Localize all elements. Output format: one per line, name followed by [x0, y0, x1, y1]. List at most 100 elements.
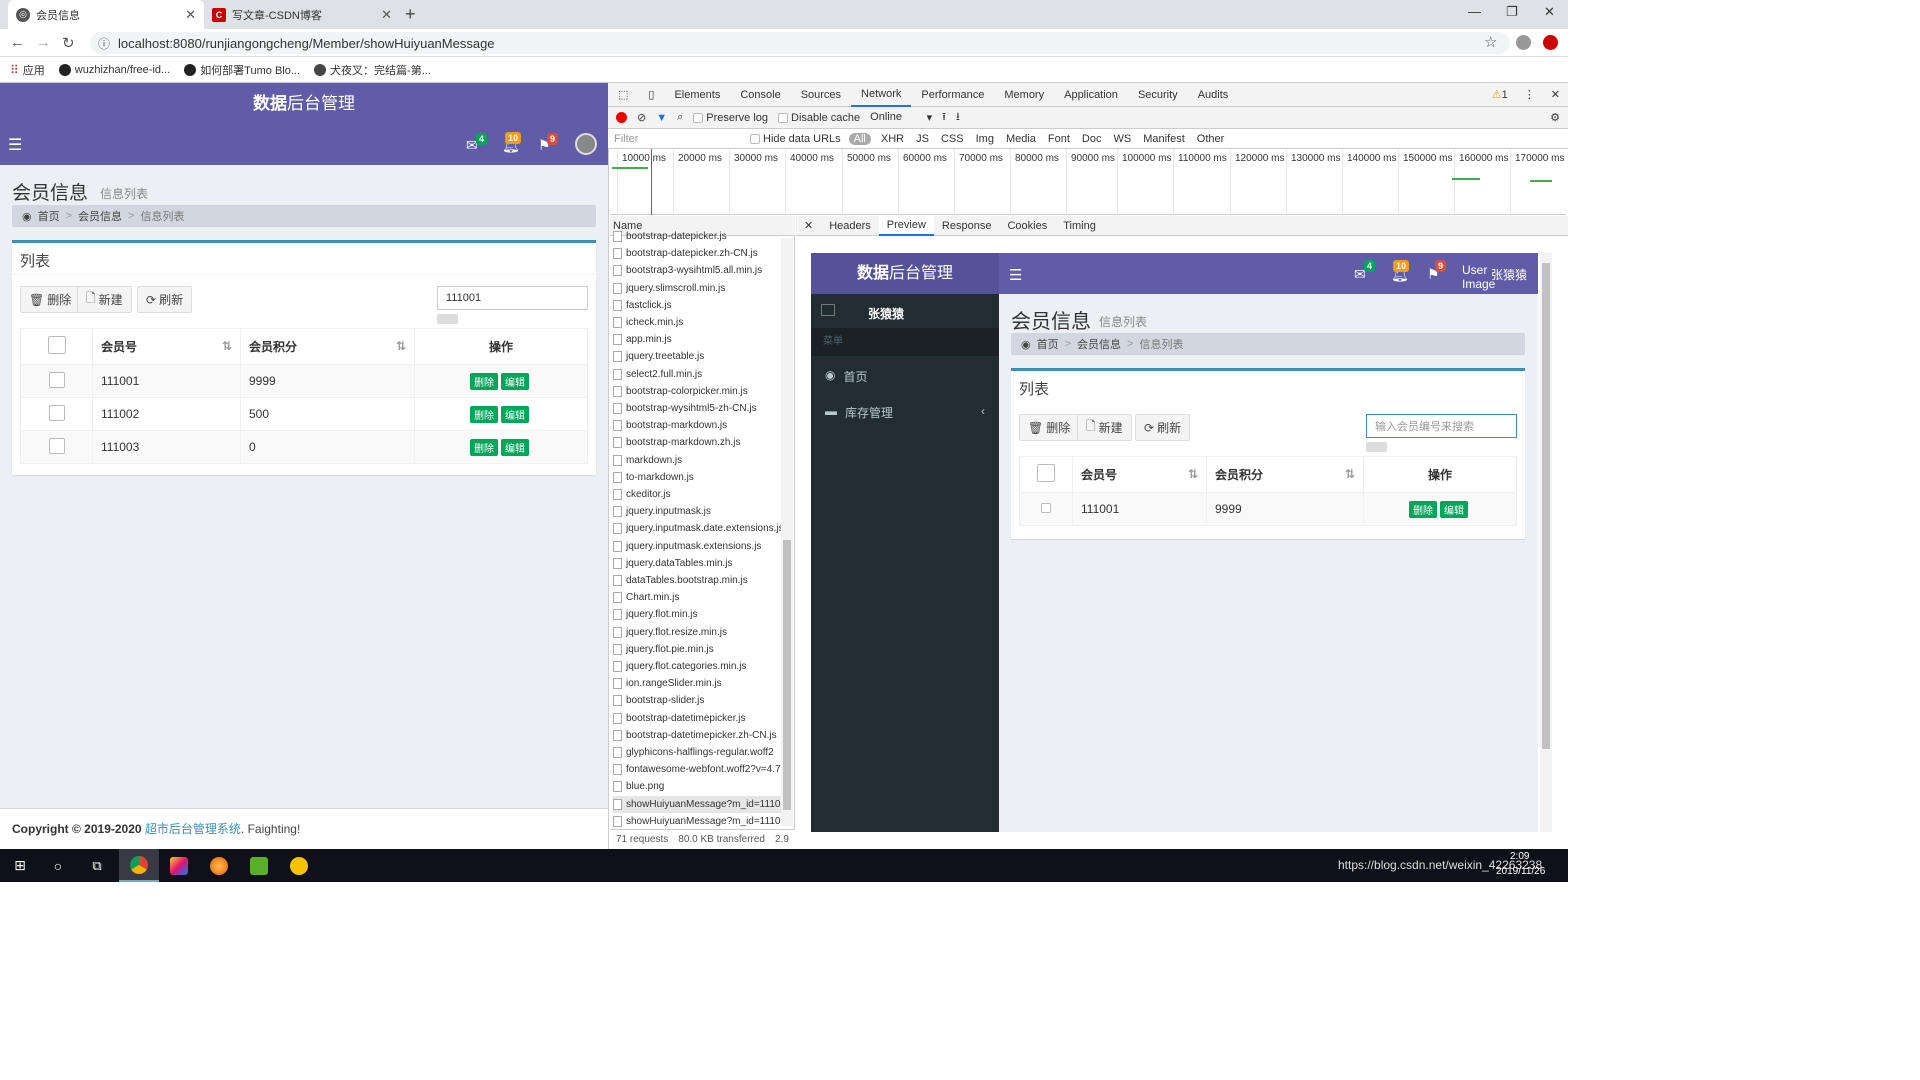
export-icon[interactable]: ⭳: [956, 108, 960, 127]
app-taskbar-icon[interactable]: [279, 849, 319, 882]
select-all-checkbox[interactable]: [47, 336, 66, 354]
minimize-button[interactable]: —: [1468, 4, 1481, 19]
row-edit-button[interactable]: 编辑: [501, 438, 529, 456]
app-logo[interactable]: 数据后台管理: [0, 83, 608, 125]
filter-font[interactable]: Font: [1046, 133, 1072, 145]
tab-timing[interactable]: Timing: [1055, 216, 1104, 236]
reload-icon[interactable]: ↻: [62, 34, 75, 52]
search-button[interactable]: [437, 314, 458, 324]
search-icon[interactable]: ⌕: [677, 111, 683, 124]
row-checkbox[interactable]: [48, 371, 65, 388]
menu-toggle-icon[interactable]: ☰: [8, 135, 22, 155]
request-row[interactable]: jquery.flot.min.js: [613, 606, 781, 623]
request-row[interactable]: bootstrap-datetimepicker.js: [613, 710, 781, 727]
close-icon[interactable]: ✕: [381, 7, 392, 23]
row-checkbox[interactable]: [48, 404, 65, 421]
filter-manifest[interactable]: Manifest: [1141, 133, 1187, 145]
filter-other[interactable]: Other: [1195, 133, 1227, 145]
request-row[interactable]: bootstrap3-wysihtml5.all.min.js: [613, 262, 781, 279]
request-row[interactable]: Chart.min.js: [613, 589, 781, 606]
search-input[interactable]: 111001: [437, 286, 588, 310]
tab-response[interactable]: Response: [934, 216, 1000, 236]
throttle-select[interactable]: Online ▾: [870, 111, 932, 124]
new-tab-button[interactable]: +: [405, 4, 416, 25]
warning-indicator[interactable]: ⚠1: [1492, 88, 1508, 101]
filter-doc[interactable]: Doc: [1080, 133, 1104, 145]
request-row[interactable]: bootstrap-datepicker.zh-CN.js: [613, 245, 781, 262]
request-row[interactable]: glyphicons-halflings-regular.woff2: [613, 744, 781, 761]
request-row[interactable]: bootstrap-colorpicker.min.js: [613, 383, 781, 400]
close-icon[interactable]: ✕: [185, 7, 196, 23]
tab-csdn[interactable]: C 写文章-CSDN博客 ✕: [204, 0, 400, 29]
network-overview[interactable]: 10000 ms 20000 ms 30000 ms 40000 ms 5000…: [610, 149, 1566, 215]
refresh-button[interactable]: ⟳ 刷新: [137, 286, 193, 313]
request-row[interactable]: icheck.min.js: [613, 314, 781, 331]
intellij-taskbar-icon[interactable]: [159, 849, 199, 882]
tab-preview[interactable]: Preview: [878, 215, 934, 236]
notepad-taskbar-icon[interactable]: [239, 849, 279, 882]
request-row[interactable]: jquery.dataTables.min.js: [613, 555, 781, 572]
request-row[interactable]: select2.full.min.js: [613, 366, 781, 383]
url-field[interactable]: ⓘ localhost:8080/runjiangongcheng/Member…: [90, 32, 1510, 54]
bookmark-apps[interactable]: ⠿ 应用: [10, 62, 45, 78]
sort-icon[interactable]: ⇅: [222, 339, 232, 353]
request-row[interactable]: markdown.js: [613, 452, 781, 469]
request-row[interactable]: app.min.js: [613, 331, 781, 348]
close-devtools-icon[interactable]: ✕: [1551, 88, 1560, 101]
request-row[interactable]: ion.rangeSlider.min.js: [613, 675, 781, 692]
tab-network[interactable]: Network: [851, 83, 912, 107]
request-row[interactable]: jquery.flot.resize.min.js: [613, 624, 781, 641]
sort-icon[interactable]: ⇅: [396, 339, 406, 353]
filter-css[interactable]: CSS: [939, 133, 966, 145]
search-icon[interactable]: ○: [38, 849, 78, 882]
filter-input[interactable]: Filter: [608, 130, 742, 147]
hide-data-urls-checkbox[interactable]: Hide data URLs: [750, 133, 841, 145]
tab-audits[interactable]: Audits: [1188, 83, 1239, 107]
tab-elements[interactable]: Elements: [664, 83, 730, 107]
row-edit-button[interactable]: 编辑: [501, 372, 529, 390]
extension-icon[interactable]: [1543, 35, 1558, 50]
request-row[interactable]: ckeditor.js: [613, 486, 781, 503]
scrollbar-thumb[interactable]: [783, 540, 791, 810]
row-delete-button[interactable]: 删除: [470, 372, 498, 390]
request-row[interactable]: fontawesome-webfont.woff2?v=4.7: [613, 761, 781, 778]
request-row[interactable]: jquery.inputmask.extensions.js: [613, 538, 781, 555]
row-edit-button[interactable]: 编辑: [501, 405, 529, 423]
bookmark-github[interactable]: wuzhizhan/free-id...: [58, 63, 170, 76]
filter-img[interactable]: Img: [974, 133, 996, 145]
request-row[interactable]: jquery.flot.pie.min.js: [613, 641, 781, 658]
bookmark-tumo[interactable]: 如何部署Tumo Blo...: [184, 62, 300, 78]
filter-media[interactable]: Media: [1004, 133, 1038, 145]
request-row[interactable]: bootstrap-slider.js: [613, 692, 781, 709]
request-row[interactable]: jquery.flot.categories.min.js: [613, 658, 781, 675]
avatar[interactable]: [575, 133, 597, 155]
row-checkbox[interactable]: [48, 437, 65, 454]
request-row[interactable]: jquery.inputmask.date.extensions.js: [613, 520, 781, 537]
back-icon[interactable]: ←: [10, 34, 25, 51]
maximize-button[interactable]: ❐: [1506, 4, 1518, 20]
tab-member-info[interactable]: ◎ 会员信息 ✕: [8, 0, 204, 29]
filter-icon[interactable]: ▼: [656, 112, 667, 124]
request-row[interactable]: bootstrap-datepicker.js: [613, 228, 781, 245]
more-options-icon[interactable]: ⋮: [1524, 88, 1535, 101]
breadcrumb-home[interactable]: 首页: [38, 208, 60, 224]
filter-xhr[interactable]: XHR: [879, 133, 906, 145]
row-delete-button[interactable]: 删除: [470, 405, 498, 423]
task-view-icon[interactable]: ⧉: [77, 849, 117, 882]
footer-link[interactable]: 超市后台管理系统: [145, 822, 241, 836]
request-row[interactable]: bootstrap-markdown.zh.js: [613, 434, 781, 451]
clock-date[interactable]: 2019/11/26: [1496, 866, 1545, 877]
breadcrumb-member[interactable]: 会员信息: [78, 208, 122, 224]
star-icon[interactable]: ☆: [1484, 33, 1497, 51]
request-row[interactable]: jquery.slimscroll.min.js: [613, 280, 781, 297]
new-button[interactable]: 🗋 新建: [77, 286, 132, 313]
request-row[interactable]: dataTables.bootstrap.min.js: [613, 572, 781, 589]
tab-sources[interactable]: Sources: [791, 83, 851, 107]
request-row[interactable]: showHuiyuanMessage?m_id=11100: [613, 813, 781, 830]
request-row[interactable]: to-markdown.js: [613, 469, 781, 486]
import-icon[interactable]: ⭱: [942, 108, 946, 127]
inspect-icon[interactable]: ⬚: [608, 83, 638, 107]
request-row[interactable]: fastclick.js: [613, 297, 781, 314]
tab-application[interactable]: Application: [1054, 83, 1128, 107]
forward-icon[interactable]: →: [36, 34, 51, 51]
